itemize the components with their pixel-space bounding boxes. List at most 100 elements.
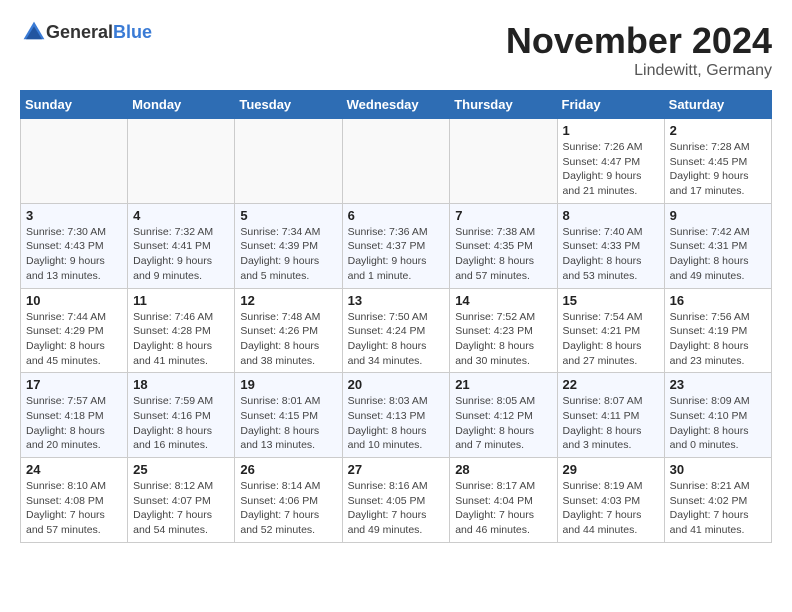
calendar-header-row: SundayMondayTuesdayWednesdayThursdayFrid… xyxy=(21,91,772,119)
day-number: 22 xyxy=(563,377,659,392)
day-info: Sunrise: 7:40 AM Sunset: 4:33 PM Dayligh… xyxy=(563,225,659,284)
calendar-cell xyxy=(21,119,128,204)
logo: GeneralBlue xyxy=(20,20,152,44)
day-number: 29 xyxy=(563,462,659,477)
calendar-cell: 17Sunrise: 7:57 AM Sunset: 4:18 PM Dayli… xyxy=(21,373,128,458)
day-number: 9 xyxy=(670,208,766,223)
day-number: 8 xyxy=(563,208,659,223)
day-number: 2 xyxy=(670,123,766,138)
day-info: Sunrise: 7:26 AM Sunset: 4:47 PM Dayligh… xyxy=(563,140,659,199)
calendar-cell: 28Sunrise: 8:17 AM Sunset: 4:04 PM Dayli… xyxy=(450,458,557,543)
day-info: Sunrise: 8:14 AM Sunset: 4:06 PM Dayligh… xyxy=(240,479,336,538)
day-info: Sunrise: 8:07 AM Sunset: 4:11 PM Dayligh… xyxy=(563,394,659,453)
day-number: 24 xyxy=(26,462,122,477)
calendar-week-5: 24Sunrise: 8:10 AM Sunset: 4:08 PM Dayli… xyxy=(21,458,772,543)
calendar-cell: 27Sunrise: 8:16 AM Sunset: 4:05 PM Dayli… xyxy=(342,458,450,543)
day-header-monday: Monday xyxy=(128,91,235,119)
header-area: GeneralBlue November 2024 Lindewitt, Ger… xyxy=(20,20,772,80)
calendar-cell: 2 Sunrise: 7:28 AM Sunset: 4:45 PM Daylig… xyxy=(664,119,771,204)
calendar-cell: 15 Sunrise: 7:54 AM Sunset: 4:21 PM Dayli… xyxy=(557,288,664,373)
calendar-cell: 8 Sunrise: 7:40 AM Sunset: 4:33 PM Daylig… xyxy=(557,203,664,288)
calendar-week-2: 3 Sunrise: 7:30 AM Sunset: 4:43 PM Daylig… xyxy=(21,203,772,288)
day-info: Sunrise: 7:28 AM Sunset: 4:45 PM Dayligh… xyxy=(670,140,766,199)
day-info: Sunrise: 7:48 AM Sunset: 4:26 PM Dayligh… xyxy=(240,310,336,369)
day-number: 3 xyxy=(26,208,122,223)
day-info: Sunrise: 7:36 AM Sunset: 4:37 PM Dayligh… xyxy=(348,225,445,284)
day-info: Sunrise: 7:57 AM Sunset: 4:18 PM Dayligh… xyxy=(26,394,122,453)
day-number: 12 xyxy=(240,293,336,308)
calendar-week-1: 1 Sunrise: 7:26 AM Sunset: 4:47 PM Daylig… xyxy=(21,119,772,204)
day-number: 15 xyxy=(563,293,659,308)
day-number: 5 xyxy=(240,208,336,223)
day-info: Sunrise: 8:01 AM Sunset: 4:15 PM Dayligh… xyxy=(240,394,336,453)
day-number: 14 xyxy=(455,293,551,308)
calendar-cell: 26 Sunrise: 8:14 AM Sunset: 4:06 PM Dayli… xyxy=(235,458,342,543)
day-number: 16 xyxy=(670,293,766,308)
calendar-cell: 7 Sunrise: 7:38 AM Sunset: 4:35 PM Daylig… xyxy=(450,203,557,288)
day-number: 11 xyxy=(133,293,229,308)
calendar-cell: 9 Sunrise: 7:42 AM Sunset: 4:31 PM Daylig… xyxy=(664,203,771,288)
month-title: November 2024 xyxy=(506,20,772,62)
day-header-sunday: Sunday xyxy=(21,91,128,119)
day-info: Sunrise: 8:17 AM Sunset: 4:04 PM Dayligh… xyxy=(455,479,551,538)
calendar-body: 1 Sunrise: 7:26 AM Sunset: 4:47 PM Daylig… xyxy=(21,119,772,543)
day-header-thursday: Thursday xyxy=(450,91,557,119)
calendar-cell: 6 Sunrise: 7:36 AM Sunset: 4:37 PM Daylig… xyxy=(342,203,450,288)
calendar-cell: 29Sunrise: 8:19 AM Sunset: 4:03 PM Dayli… xyxy=(557,458,664,543)
day-number: 25 xyxy=(133,462,229,477)
calendar-cell: 12 Sunrise: 7:48 AM Sunset: 4:26 PM Dayli… xyxy=(235,288,342,373)
calendar-cell xyxy=(235,119,342,204)
day-info: Sunrise: 7:32 AM Sunset: 4:41 PM Dayligh… xyxy=(133,225,229,284)
calendar-cell: 14Sunrise: 7:52 AM Sunset: 4:23 PM Dayli… xyxy=(450,288,557,373)
calendar-cell: 19 Sunrise: 8:01 AM Sunset: 4:15 PM Dayli… xyxy=(235,373,342,458)
day-number: 23 xyxy=(670,377,766,392)
day-info: Sunrise: 7:30 AM Sunset: 4:43 PM Dayligh… xyxy=(26,225,122,284)
calendar-week-4: 17Sunrise: 7:57 AM Sunset: 4:18 PM Dayli… xyxy=(21,373,772,458)
title-area: November 2024 Lindewitt, Germany xyxy=(506,20,772,80)
calendar-cell: 13Sunrise: 7:50 AM Sunset: 4:24 PM Dayli… xyxy=(342,288,450,373)
logo-icon xyxy=(22,20,46,44)
calendar-cell: 10Sunrise: 7:44 AM Sunset: 4:29 PM Dayli… xyxy=(21,288,128,373)
day-header-friday: Friday xyxy=(557,91,664,119)
calendar-cell: 18Sunrise: 7:59 AM Sunset: 4:16 PM Dayli… xyxy=(128,373,235,458)
calendar-cell: 30 Sunrise: 8:21 AM Sunset: 4:02 PM Dayli… xyxy=(664,458,771,543)
day-info: Sunrise: 8:12 AM Sunset: 4:07 PM Dayligh… xyxy=(133,479,229,538)
calendar-cell xyxy=(128,119,235,204)
day-info: Sunrise: 7:38 AM Sunset: 4:35 PM Dayligh… xyxy=(455,225,551,284)
day-number: 21 xyxy=(455,377,551,392)
calendar-cell: 11Sunrise: 7:46 AM Sunset: 4:28 PM Dayli… xyxy=(128,288,235,373)
calendar-cell: 5 Sunrise: 7:34 AM Sunset: 4:39 PM Daylig… xyxy=(235,203,342,288)
calendar-cell: 25 Sunrise: 8:12 AM Sunset: 4:07 PM Dayli… xyxy=(128,458,235,543)
day-info: Sunrise: 8:21 AM Sunset: 4:02 PM Dayligh… xyxy=(670,479,766,538)
day-info: Sunrise: 7:42 AM Sunset: 4:31 PM Dayligh… xyxy=(670,225,766,284)
day-info: Sunrise: 8:09 AM Sunset: 4:10 PM Dayligh… xyxy=(670,394,766,453)
day-number: 10 xyxy=(26,293,122,308)
day-header-saturday: Saturday xyxy=(664,91,771,119)
logo-text-blue: Blue xyxy=(113,22,152,42)
calendar-cell: 3 Sunrise: 7:30 AM Sunset: 4:43 PM Daylig… xyxy=(21,203,128,288)
calendar-cell: 23 Sunrise: 8:09 AM Sunset: 4:10 PM Dayli… xyxy=(664,373,771,458)
day-number: 26 xyxy=(240,462,336,477)
day-number: 1 xyxy=(563,123,659,138)
day-number: 6 xyxy=(348,208,445,223)
day-number: 7 xyxy=(455,208,551,223)
day-info: Sunrise: 7:59 AM Sunset: 4:16 PM Dayligh… xyxy=(133,394,229,453)
calendar-table: SundayMondayTuesdayWednesdayThursdayFrid… xyxy=(20,90,772,543)
calendar-cell: 24Sunrise: 8:10 AM Sunset: 4:08 PM Dayli… xyxy=(21,458,128,543)
calendar-cell: 22 Sunrise: 8:07 AM Sunset: 4:11 PM Dayli… xyxy=(557,373,664,458)
day-number: 27 xyxy=(348,462,445,477)
day-number: 19 xyxy=(240,377,336,392)
day-header-wednesday: Wednesday xyxy=(342,91,450,119)
calendar-cell: 21Sunrise: 8:05 AM Sunset: 4:12 PM Dayli… xyxy=(450,373,557,458)
day-info: Sunrise: 7:54 AM Sunset: 4:21 PM Dayligh… xyxy=(563,310,659,369)
calendar-cell: 4Sunrise: 7:32 AM Sunset: 4:41 PM Daylig… xyxy=(128,203,235,288)
day-number: 30 xyxy=(670,462,766,477)
calendar-cell xyxy=(342,119,450,204)
day-info: Sunrise: 7:34 AM Sunset: 4:39 PM Dayligh… xyxy=(240,225,336,284)
calendar-cell: 16Sunrise: 7:56 AM Sunset: 4:19 PM Dayli… xyxy=(664,288,771,373)
day-number: 13 xyxy=(348,293,445,308)
location-title: Lindewitt, Germany xyxy=(506,62,772,80)
calendar-cell xyxy=(450,119,557,204)
calendar-week-3: 10Sunrise: 7:44 AM Sunset: 4:29 PM Dayli… xyxy=(21,288,772,373)
calendar-cell: 1 Sunrise: 7:26 AM Sunset: 4:47 PM Daylig… xyxy=(557,119,664,204)
